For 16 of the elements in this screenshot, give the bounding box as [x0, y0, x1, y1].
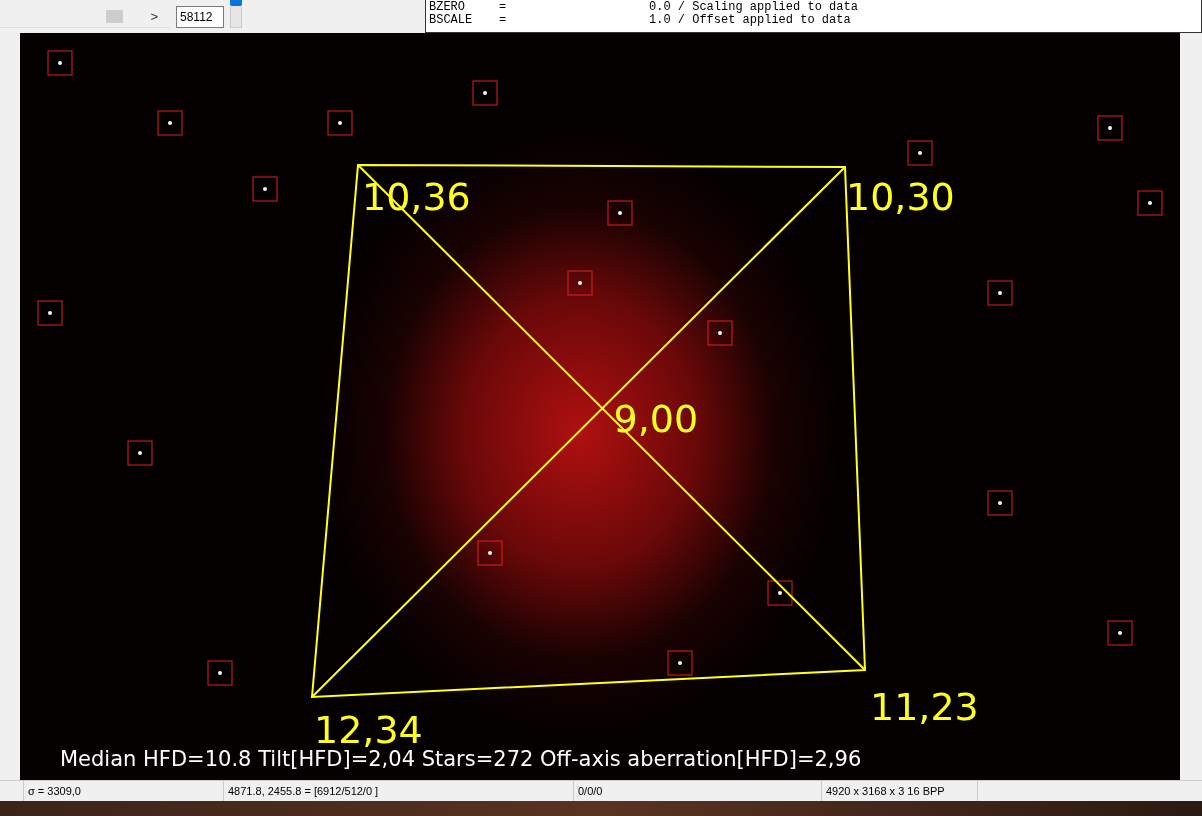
header-keyword: BSCALE	[429, 14, 474, 27]
corner-hfd-label: 12,34	[314, 711, 423, 749]
header-equals: =	[499, 1, 508, 14]
header-keyword: BZERO	[429, 1, 466, 14]
header-value-comment: 0.0 / Scaling applied to data	[649, 1, 859, 14]
header-value-comment: 1.0 / Offset applied to data	[649, 14, 852, 27]
scroll-right-button[interactable]: >	[138, 8, 170, 24]
hfd-summary-text: Median HFD=10.8 Tilt[HFD]=2,04 Stars=272 Off-axis aberration[HFD]=2,96	[60, 747, 862, 771]
center-hfd-label: 9,00	[613, 399, 699, 438]
number-field[interactable]: 58112	[176, 5, 224, 28]
corner-hfd-label: 11,23	[870, 688, 979, 726]
slider-thumb[interactable]	[230, 0, 242, 7]
header-equals: =	[499, 14, 508, 27]
scrollbar-thumb[interactable]	[106, 10, 123, 23]
corner-hfd-label: 10,30	[846, 178, 955, 216]
vertical-slider[interactable]	[230, 0, 242, 28]
